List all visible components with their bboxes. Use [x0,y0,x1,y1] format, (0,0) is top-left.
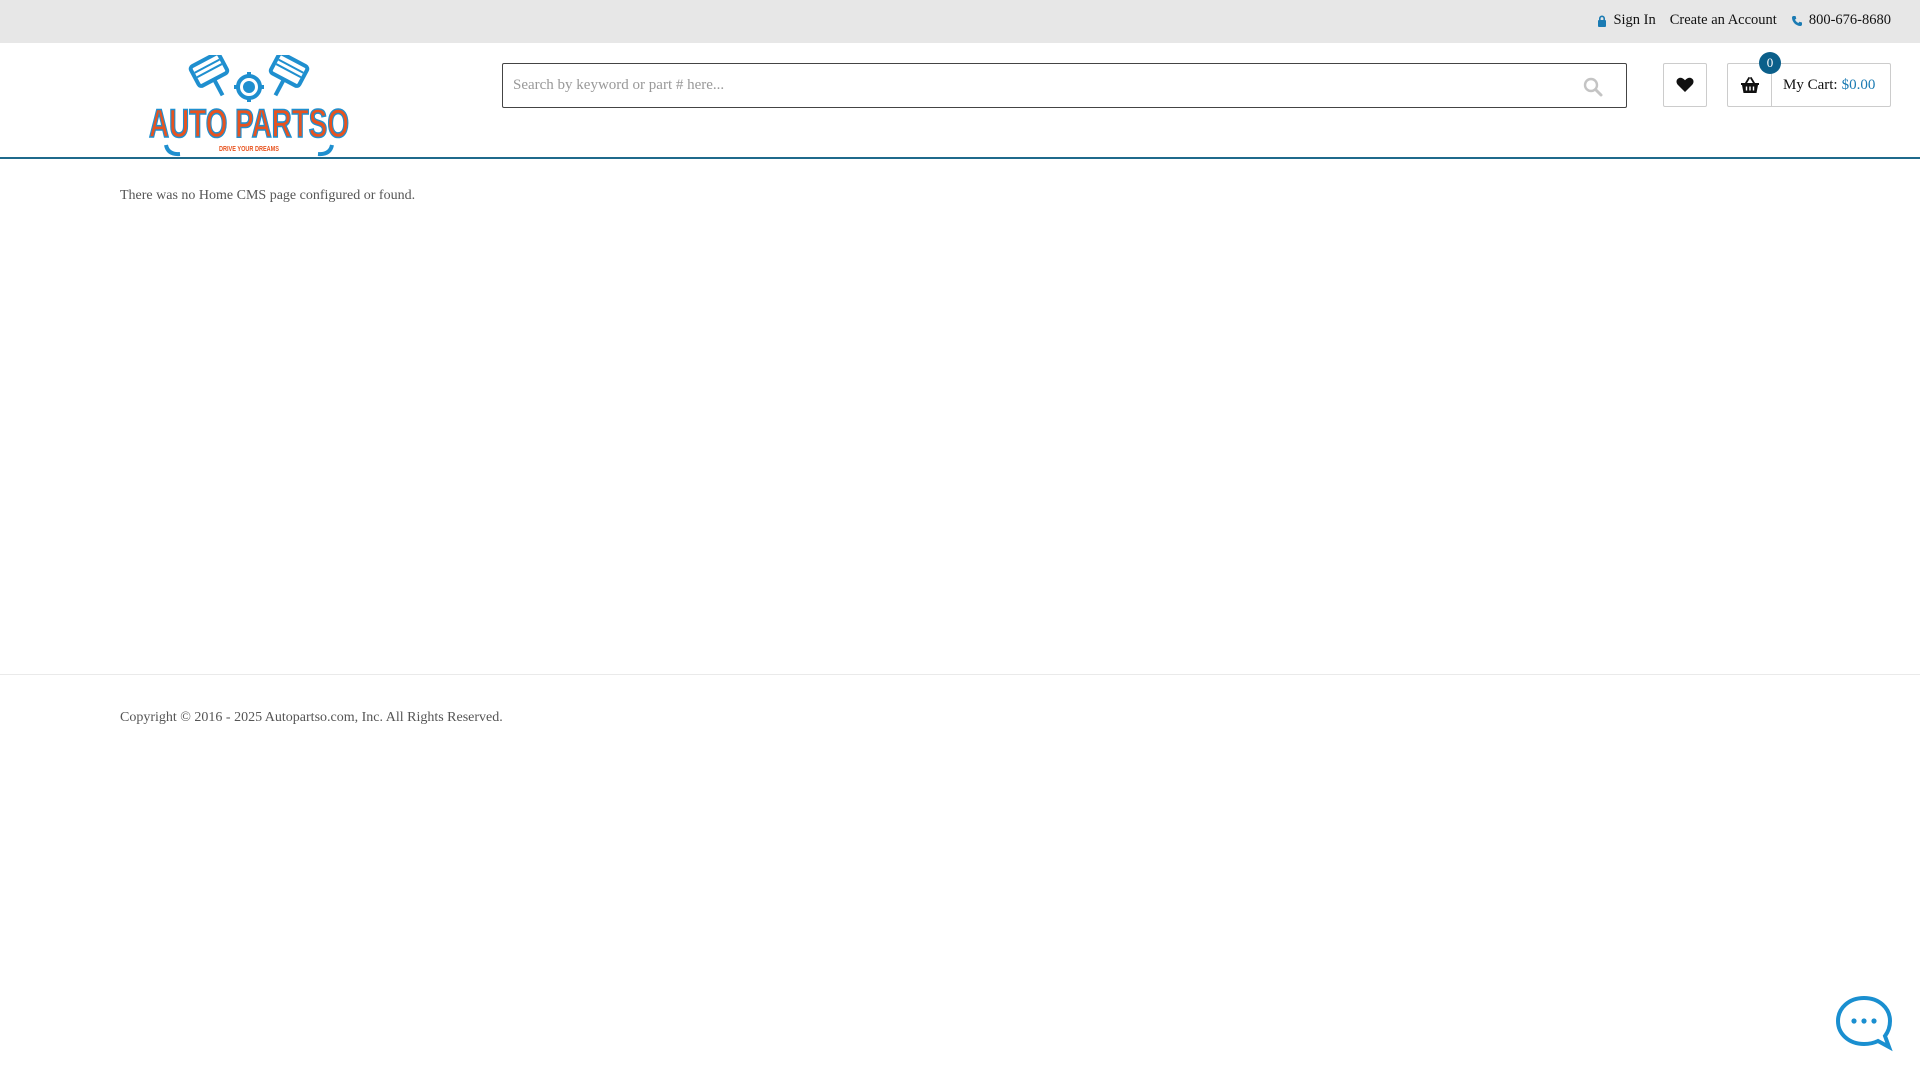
svg-text:DRIVE YOUR DREAMS: DRIVE YOUR DREAMS [219,146,279,153]
site-footer: Copyright © 2016 - 2025 Autopartso.com, … [0,674,1920,1080]
phone-number: 800-676-8680 [1808,12,1891,28]
top-utility-bar: Sign In Create an Account 800-676-8680 [0,0,1920,43]
basket-icon [1740,76,1759,93]
create-account-label: Create an Account [1669,12,1777,28]
cart-count-badge: 0 [1759,52,1781,74]
cms-missing-message: There was no Home CMS page configured or… [120,188,416,203]
autopartso-logo[interactable]: AUTO PARTSO DRIVE YOUR DREAMS [146,55,352,159]
sign-in-link[interactable]: Sign In [1597,12,1656,29]
phone-icon [1791,15,1802,26]
search-bar [502,63,1627,108]
mini-cart[interactable]: 0 My Cart: $0.00 [1727,52,1891,107]
sign-in-label: Sign In [1613,12,1656,28]
logo-emblem [188,55,310,102]
copyright-text: Copyright © 2016 - 2025 Autopartso.com, … [120,710,503,725]
lock-icon [1598,15,1607,27]
site-header: AUTO PARTSO DRIVE YOUR DREAMS 0 My Cart [0,43,1920,159]
chat-bubble-icon[interactable] [1834,995,1894,1053]
search-input[interactable] [503,64,1626,107]
search-icon[interactable] [1582,76,1604,98]
cart-icon-wrapper: 0 [1728,52,1781,106]
cart-total: $0.00 [1841,76,1876,93]
svg-text:AUTO PARTSO: AUTO PARTSO [149,102,349,146]
wishlist-button[interactable] [1663,63,1707,107]
cart-label: My Cart: [1783,76,1838,93]
heart-icon [1676,77,1694,92]
create-account-link[interactable]: Create an Account [1670,12,1777,29]
topbar-links: Sign In Create an Account 800-676-8680 [1597,12,1891,29]
phone-link[interactable]: 800-676-8680 [1791,12,1891,29]
